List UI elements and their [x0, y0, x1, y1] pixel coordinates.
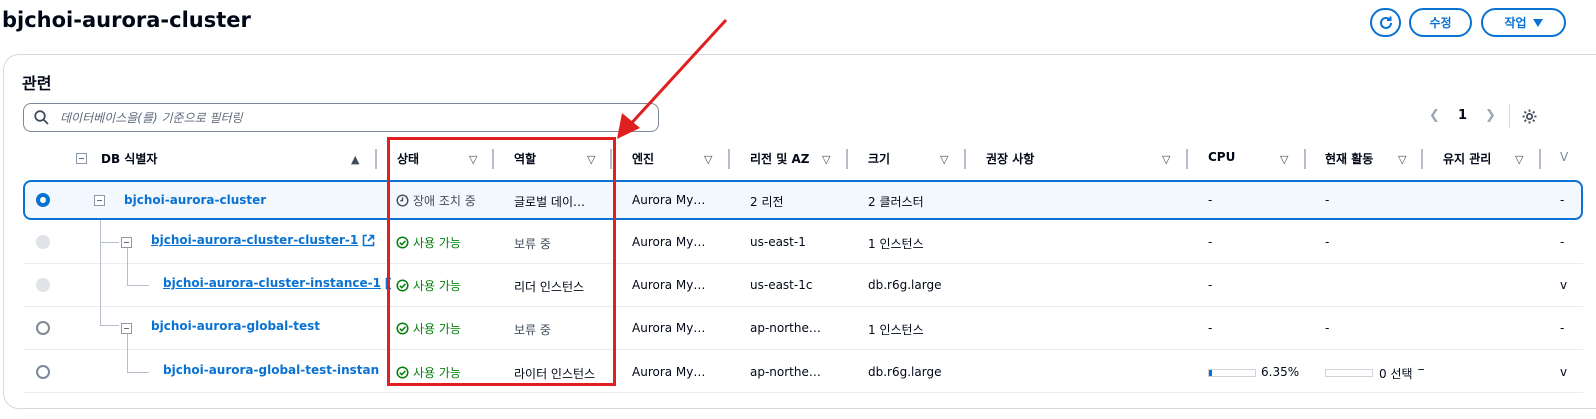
annotation-arrow-icon: [617, 18, 728, 139]
